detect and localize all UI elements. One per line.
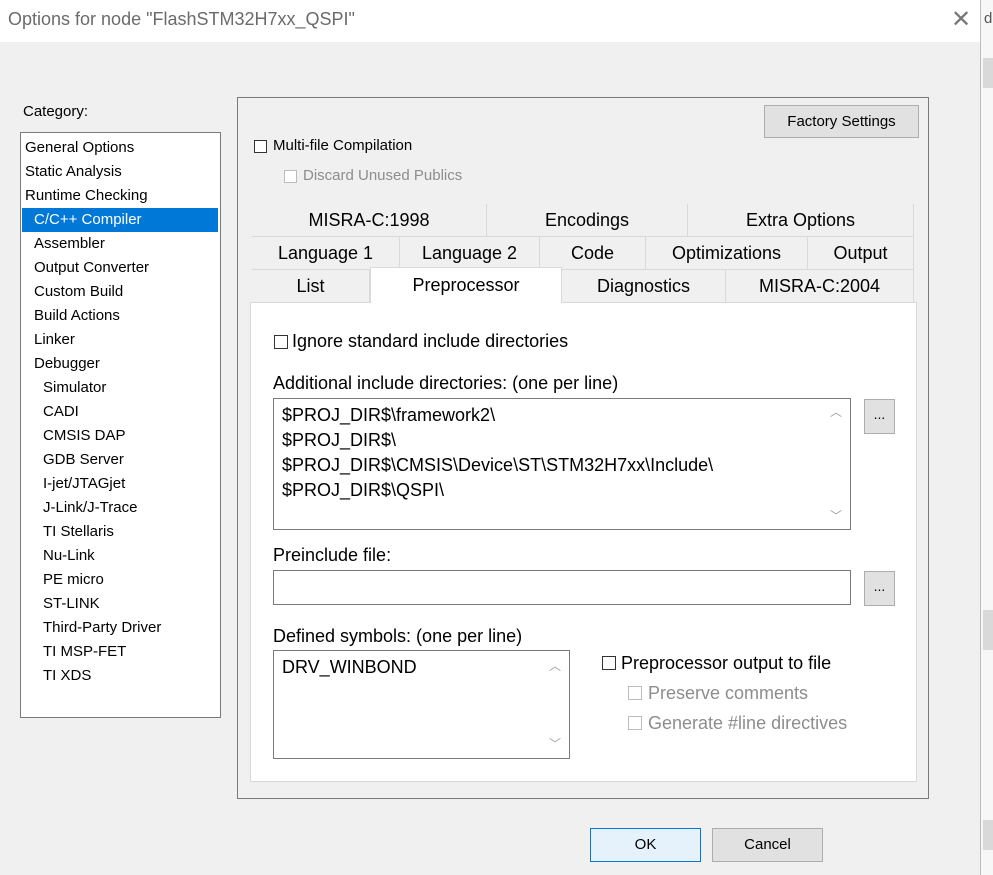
tab-extra-options[interactable]: Extra Options [688,204,914,237]
category-label: Category: [23,103,89,120]
scroll-down-icon[interactable]: ﹀ [827,507,845,524]
scroll-up-icon[interactable]: ︿ [546,657,564,674]
tab-misra-c-1998[interactable]: MISRA-C:1998 [252,204,487,237]
category-item[interactable]: TI Stellaris [43,520,114,544]
tab-misra-c-2004[interactable]: MISRA-C:2004 [726,270,914,303]
discard-unused-publics-label: Discard Unused Publics [303,167,463,184]
tab-preprocessor[interactable]: Preprocessor [370,267,562,303]
background-window-letter: d [984,10,993,27]
generate-line-label: Generate #line directives [648,713,848,733]
category-item[interactable]: Linker [34,328,75,352]
category-list[interactable]: General Options Static Analysis Runtime Ch… [20,132,221,718]
edge-marker [983,610,993,650]
defined-symbols-textarea[interactable]: DRV_WINBOND ︿ ﹀ [273,650,570,759]
category-item[interactable]: Assembler [34,232,105,256]
category-item[interactable]: General Options [25,136,134,160]
include-dirs-label: Additional include directories: (one per… [273,373,619,393]
category-item[interactable]: TI MSP-FET [43,640,126,664]
factory-settings-button[interactable]: Factory Settings [764,105,919,138]
close-icon[interactable]: ✕ [948,7,974,33]
defined-symbol-line: DRV_WINBOND [282,657,417,677]
tab-output[interactable]: Output [808,237,914,270]
category-item[interactable]: Output Converter [34,256,149,280]
category-item[interactable]: TI XDS [43,664,91,688]
pp-output-label: Preprocessor output to file [621,653,832,673]
category-item[interactable]: Debugger [34,352,100,376]
include-dirs-browse-button[interactable]: ... [864,399,895,434]
scroll-up-icon[interactable]: ︿ [827,403,845,420]
tab-language-2[interactable]: Language 2 [400,237,540,270]
cancel-button[interactable]: Cancel [712,828,823,862]
include-dir-line: $PROJ_DIR$\CMSIS\Device\ST\STM32H7xx\Inc… [282,455,714,475]
tab-code[interactable]: Code [540,237,646,270]
category-item[interactable]: GDB Server [43,448,124,472]
category-item[interactable]: PE micro [43,568,104,592]
generate-line-checkbox [628,716,642,730]
tab-list[interactable]: List [252,270,370,303]
scroll-down-icon[interactable]: ﹀ [546,735,564,752]
ignore-std-include-label: Ignore standard include directories [292,331,569,351]
category-item[interactable]: ST-LINK [43,592,100,616]
category-item[interactable]: J-Link/J-Trace [43,496,137,520]
discard-unused-publics-checkbox [284,170,297,183]
include-dirs-textarea[interactable]: $PROJ_DIR$\framework2\ $PROJ_DIR$\ $PROJ_D… [273,398,851,530]
category-item[interactable]: C/C++ Compiler [22,208,218,232]
category-item[interactable]: Third-Party Driver [43,616,161,640]
title-bar: Options for node "FlashSTM32H7xx_QSPI" ✕ [0,0,980,42]
multifile-compilation-checkbox[interactable] [254,140,267,153]
tab-language-1[interactable]: Language 1 [252,237,400,270]
include-dir-line: $PROJ_DIR$\ [282,430,397,450]
pp-output-checkbox[interactable] [602,656,616,670]
category-item[interactable]: CADI [43,400,79,424]
category-item[interactable]: I-jet/JTAGjet [43,472,125,496]
preinclude-field[interactable] [273,570,851,605]
include-dir-line: $PROJ_DIR$\QSPI\ [282,480,445,500]
multifile-compilation-label: Multi-file Compilation [273,137,413,154]
category-item[interactable]: Simulator [43,376,106,400]
ignore-std-include-checkbox[interactable] [274,335,288,349]
category-item[interactable]: Build Actions [34,304,120,328]
tab-encodings[interactable]: Encodings [487,204,688,237]
category-item[interactable]: Runtime Checking [25,184,148,208]
tab-diagnostics[interactable]: Diagnostics [562,270,726,303]
category-item[interactable]: Static Analysis [25,160,122,184]
preserve-comments-label: Preserve comments [648,683,809,703]
preinclude-browse-button[interactable]: ... [864,571,895,606]
ok-button[interactable]: OK [590,828,701,862]
category-item[interactable]: CMSIS DAP [43,424,126,448]
category-item[interactable]: Nu-Link [43,544,95,568]
edge-marker [983,820,993,850]
window-title: Options for node "FlashSTM32H7xx_QSPI" [8,9,355,29]
defined-symbols-label: Defined symbols: (one per line) [273,626,523,646]
preinclude-label: Preinclude file: [273,545,392,565]
background-window-edge: d [980,0,993,875]
preserve-comments-checkbox [628,686,642,700]
category-item[interactable]: Custom Build [34,280,123,304]
include-dir-line: $PROJ_DIR$\framework2\ [282,405,496,425]
tab-optimizations[interactable]: Optimizations [646,237,808,270]
edge-marker [983,58,993,88]
